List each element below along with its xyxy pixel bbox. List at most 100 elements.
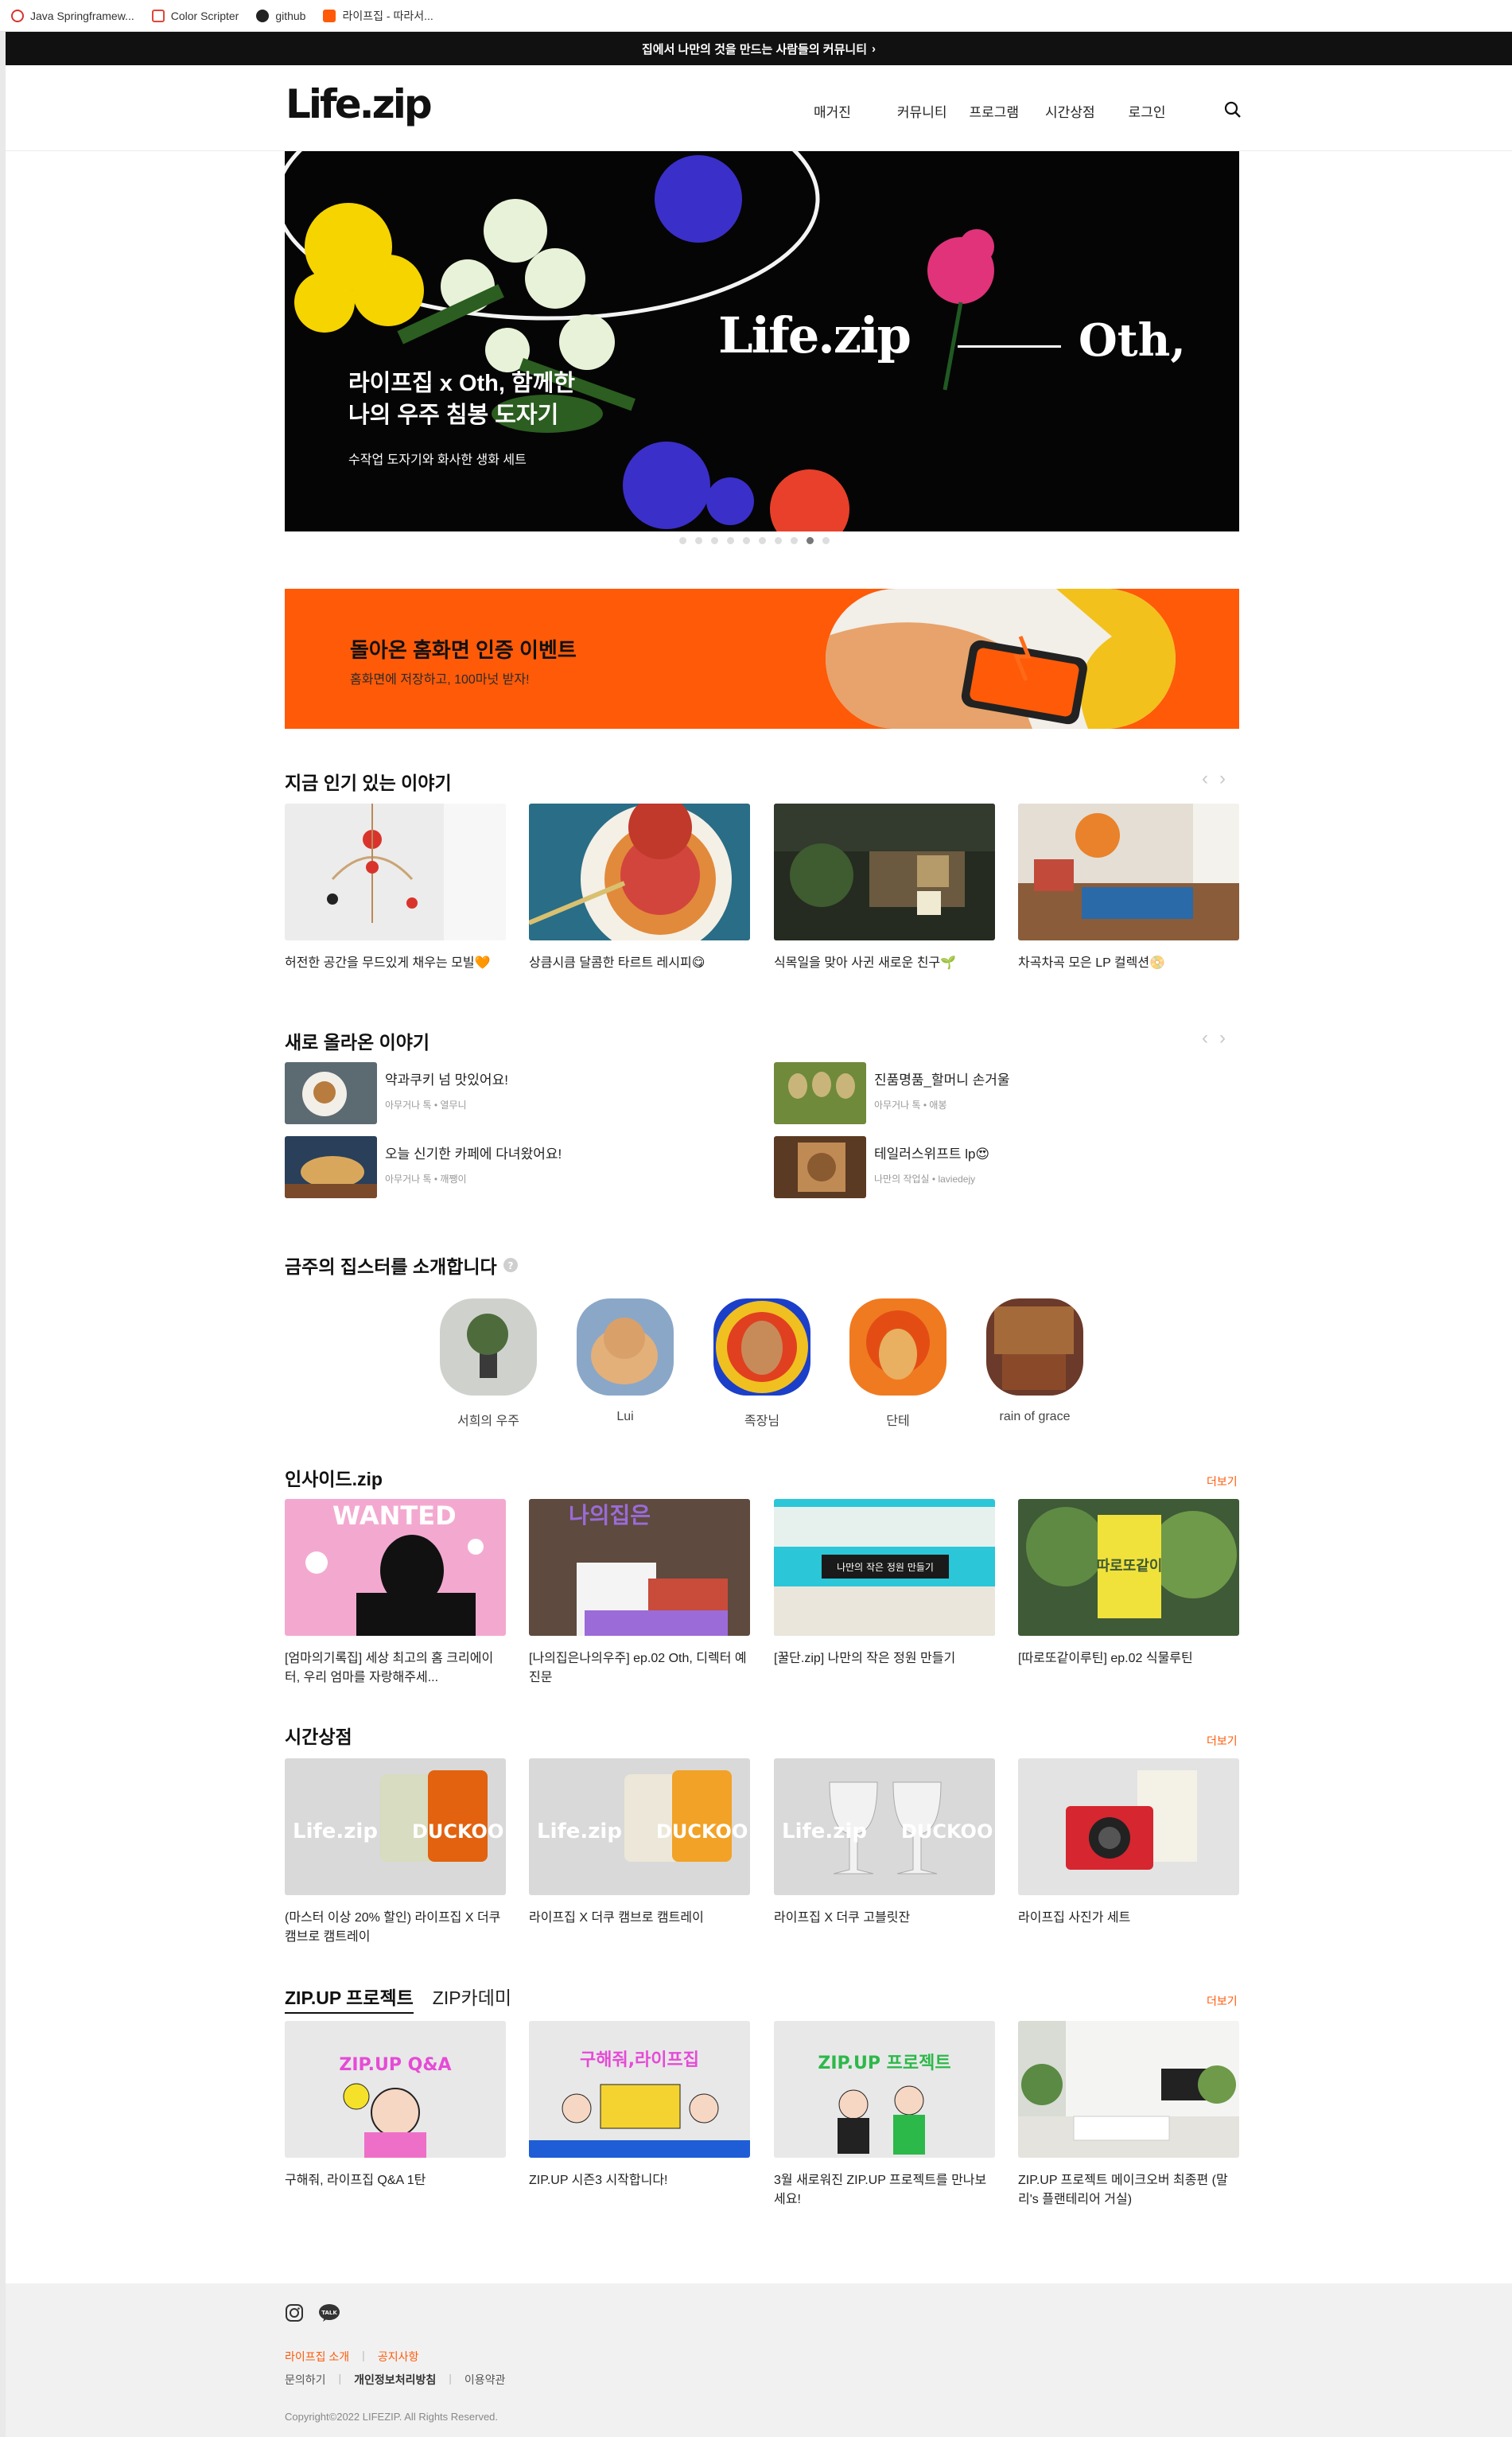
popular-section-title: 지금 인기 있는 이야기 xyxy=(285,773,452,793)
chevron-right-icon[interactable]: › xyxy=(1219,768,1226,790)
popular-card[interactable]: 상큼시큼 달콤한 타르트 레시피😋 xyxy=(527,796,750,973)
story-title: 진품명품_할머니 손거울 xyxy=(874,1073,1010,1088)
zipup-card-title: ZIP.UP 프로젝트 메이크오버 최종편 (말리's 플랜테리어 거실) xyxy=(1018,2174,1228,2206)
svg-text:TALK: TALK xyxy=(321,2310,337,2316)
nav-time-shop[interactable]: 시간상점 xyxy=(1045,101,1095,121)
tab-zipcademy[interactable]: ZIP카데미 xyxy=(433,1983,511,2014)
pagination-dot[interactable] xyxy=(695,537,702,544)
shop-card[interactable]: Life.zip DUCKOO 라이프집 X 더쿠 캠브로 캠트레이 xyxy=(529,1758,750,1928)
zipup-thumbnail xyxy=(1018,2021,1239,2158)
pagination-dot[interactable] xyxy=(711,537,718,544)
zipup-more-link[interactable]: 더보기 xyxy=(1207,1993,1238,2009)
question-icon[interactable]: ? xyxy=(503,1258,518,1272)
zipster-profile[interactable]: 단테 xyxy=(842,1298,954,1429)
shop-card-title: 라이프집 X 더쿠 고블릿잔 xyxy=(774,1911,911,1925)
popular-card[interactable]: 차곡차곡 모은 LP 컬렉션📀 xyxy=(1018,804,1239,973)
main-nav: 매거진 커뮤니티 프로그램 시간상점 로그인 xyxy=(814,101,1166,121)
nav-magazine[interactable]: 매거진 xyxy=(814,101,851,121)
promo-banner[interactable]: 돌아온 홈화면 인증 이벤트 홈화면에 저장하고, 100마넛 받자! xyxy=(285,589,1239,729)
chevron-left-icon[interactable]: ‹ xyxy=(1202,1027,1208,1049)
footer-about-link[interactable]: 라이프집 소개 xyxy=(285,2349,349,2365)
site-header: Life.zip 매거진 커뮤니티 프로그램 시간상점 로그인 xyxy=(6,65,1512,151)
pagination-dot[interactable] xyxy=(791,537,798,544)
zipup-card[interactable]: ZIP.UP 프로젝트 메이크오버 최종편 (말리's 플랜테리어 거실) xyxy=(1018,2021,1239,2209)
inside-card[interactable]: 나의집은 [나의집은나의우주] ep.02 Oth, 디렉터 예진문 xyxy=(529,1499,750,1688)
nav-community[interactable]: 커뮤니티 xyxy=(897,101,947,121)
tab-zipup-project[interactable]: ZIP.UP 프로젝트 xyxy=(285,1983,414,2014)
footer-terms-link[interactable]: 이용약관 xyxy=(464,2372,506,2388)
footer-separator: | xyxy=(362,2349,365,2361)
bookmark-item[interactable]: Color Scripter xyxy=(151,9,239,22)
inside-card[interactable]: WANTED [엄마의기록집] 세상 최고의 홈 크리에이터, 우리 엄마를 자… xyxy=(285,1499,506,1688)
popular-card[interactable]: 식목일을 맞아 사귄 새로운 친구🌱 xyxy=(774,804,995,973)
shop-card[interactable]: Life.zip DUCKOO (마스터 이상 20% 할인) 라이프집 X 더쿠… xyxy=(285,1758,506,1947)
svg-text:ZIP.UP 프로젝트: ZIP.UP 프로젝트 xyxy=(818,2054,950,2073)
svg-text:구해줘,라이프집: 구해줘,라이프집 xyxy=(580,2050,699,2070)
footer-contact-link[interactable]: 문의하기 xyxy=(285,2372,326,2388)
svg-text:?: ? xyxy=(507,1260,513,1271)
inside-thumbnail: WANTED xyxy=(285,1499,506,1636)
bookmark-item[interactable]: github xyxy=(256,9,305,22)
zipster-profile[interactable]: rain of grace xyxy=(979,1298,1090,1424)
zipup-card[interactable]: 구해줘,라이프집 ZIP.UP 시즌3 시작합니다! xyxy=(529,2021,750,2190)
footer-privacy-link[interactable]: 개인정보처리방침 xyxy=(354,2372,436,2388)
inside-card[interactable]: 따로또같이 [따로또같이루틴] ep.02 식물루틴 xyxy=(1018,1499,1239,1668)
new-story-item[interactable]: 진품명품_할머니 손거울 아무거나 톡 • 애봉 xyxy=(774,1062,1010,1124)
zipup-card[interactable]: ZIP.UP 프로젝트 3월 새로워진 ZIP.UP 프로젝트를 만나보세요! xyxy=(774,2021,995,2209)
pagination-dot[interactable] xyxy=(775,537,782,544)
search-icon[interactable] xyxy=(1223,100,1242,119)
chevron-right-icon[interactable]: › xyxy=(1219,1027,1226,1049)
new-story-item[interactable]: 약과쿠키 넘 맛있어요! 아무거나 톡 • 열무니 xyxy=(285,1062,508,1124)
zipup-card[interactable]: ZIP.UP Q&A 구해줘, 라이프집 Q&A 1탄 xyxy=(285,2021,506,2190)
footer-separator: | xyxy=(449,2372,452,2384)
java-bookmark-icon xyxy=(11,9,24,22)
svg-text:DUCKOO: DUCKOO xyxy=(901,1820,993,1843)
announcement-text: 집에서 나만의 것을 만드는 사람들의 커뮤니티 xyxy=(641,42,868,56)
new-story-item[interactable]: 오늘 신기한 카페에 다녀왔어요! 아무거나 톡 • 깨쨍이 xyxy=(285,1136,562,1198)
svg-text:DUCKOO: DUCKOO xyxy=(412,1820,503,1843)
popular-card-title: 차곡차곡 모은 LP 컬렉션📀 xyxy=(1018,956,1166,970)
zipup-card-title: 구해줘, 라이프집 Q&A 1탄 xyxy=(285,2174,426,2187)
svg-text:ZIP.UP Q&A: ZIP.UP Q&A xyxy=(339,2055,451,2075)
pagination-dot[interactable] xyxy=(743,537,750,544)
zipster-profile[interactable]: 족장님 xyxy=(706,1298,818,1429)
zipster-name: 족장님 xyxy=(744,1415,780,1428)
instagram-icon[interactable] xyxy=(285,2303,304,2322)
nav-login[interactable]: 로그인 xyxy=(1129,101,1166,121)
bookmark-item[interactable]: Java Springframew... xyxy=(11,9,134,22)
pagination-dot-active[interactable] xyxy=(807,537,814,544)
inside-more-link[interactable]: 더보기 xyxy=(1207,1473,1238,1489)
shop-thumbnail xyxy=(1018,1758,1239,1895)
top-announcement-bar[interactable]: 집에서 나만의 것을 만드는 사람들의 커뮤니티 › xyxy=(6,32,1512,65)
footer-notice-link[interactable]: 공지사항 xyxy=(378,2349,419,2365)
hero-banner[interactable]: 라이프집 x Oth, 함께한 나의 우주 침봉 도자기 수작업 도자기와 화사… xyxy=(285,151,1239,531)
pagination-dot[interactable] xyxy=(822,537,830,544)
bookmark-item[interactable]: 라이프집 - 따라서... xyxy=(323,8,433,24)
story-thumbnail xyxy=(774,1136,866,1198)
shop-more-link[interactable]: 더보기 xyxy=(1207,1733,1238,1749)
avatar xyxy=(849,1298,946,1396)
shop-card[interactable]: Life.zip DUCKOO 라이프집 X 더쿠 고블릿잔 xyxy=(774,1758,995,1928)
popular-card[interactable]: 허전한 공간을 무드있게 채우는 모빌🧡 xyxy=(285,804,506,973)
popular-card-title: 식목일을 맞아 사귄 새로운 친구🌱 xyxy=(774,956,957,970)
kakaotalk-icon[interactable]: TALK xyxy=(318,2303,340,2322)
zipster-profile[interactable]: 서희의 우주 xyxy=(433,1298,544,1429)
chevron-left-icon[interactable]: ‹ xyxy=(1202,768,1208,790)
pagination-dot[interactable] xyxy=(759,537,766,544)
shop-card[interactable]: 라이프집 사진가 세트 xyxy=(1018,1758,1239,1928)
shop-section-title: 시간상점 xyxy=(285,1727,352,1747)
zipster-profile[interactable]: Lui xyxy=(569,1298,681,1424)
nav-program[interactable]: 프로그램 xyxy=(969,101,1019,121)
new-story-item[interactable]: 테일러스위프트 lp😍 나만의 작업실 • laviedejy xyxy=(774,1136,989,1198)
inside-card[interactable]: 나만의 작은 정원 만들기 [꿀단.zip] 나만의 작은 정원 만들기 xyxy=(774,1499,995,1668)
footer-primary-links: 라이프집 소개 | 공지사항 xyxy=(285,2349,418,2365)
hero-pagination xyxy=(679,537,830,544)
lifezip-logo[interactable]: Life.zip xyxy=(286,81,453,129)
footer-secondary-links: 문의하기 | 개인정보처리방침 | 이용약관 xyxy=(285,2372,505,2388)
story-meta: 아무거나 톡 • 깨쨍이 xyxy=(385,1174,467,1185)
promo-title: 돌아온 홈화면 인증 이벤트 xyxy=(350,638,577,662)
pagination-dot[interactable] xyxy=(727,537,734,544)
zipup-thumbnail: ZIP.UP 프로젝트 xyxy=(774,2021,995,2158)
pagination-dot[interactable] xyxy=(679,537,686,544)
svg-text:Life.zip: Life.zip xyxy=(293,1820,378,1843)
